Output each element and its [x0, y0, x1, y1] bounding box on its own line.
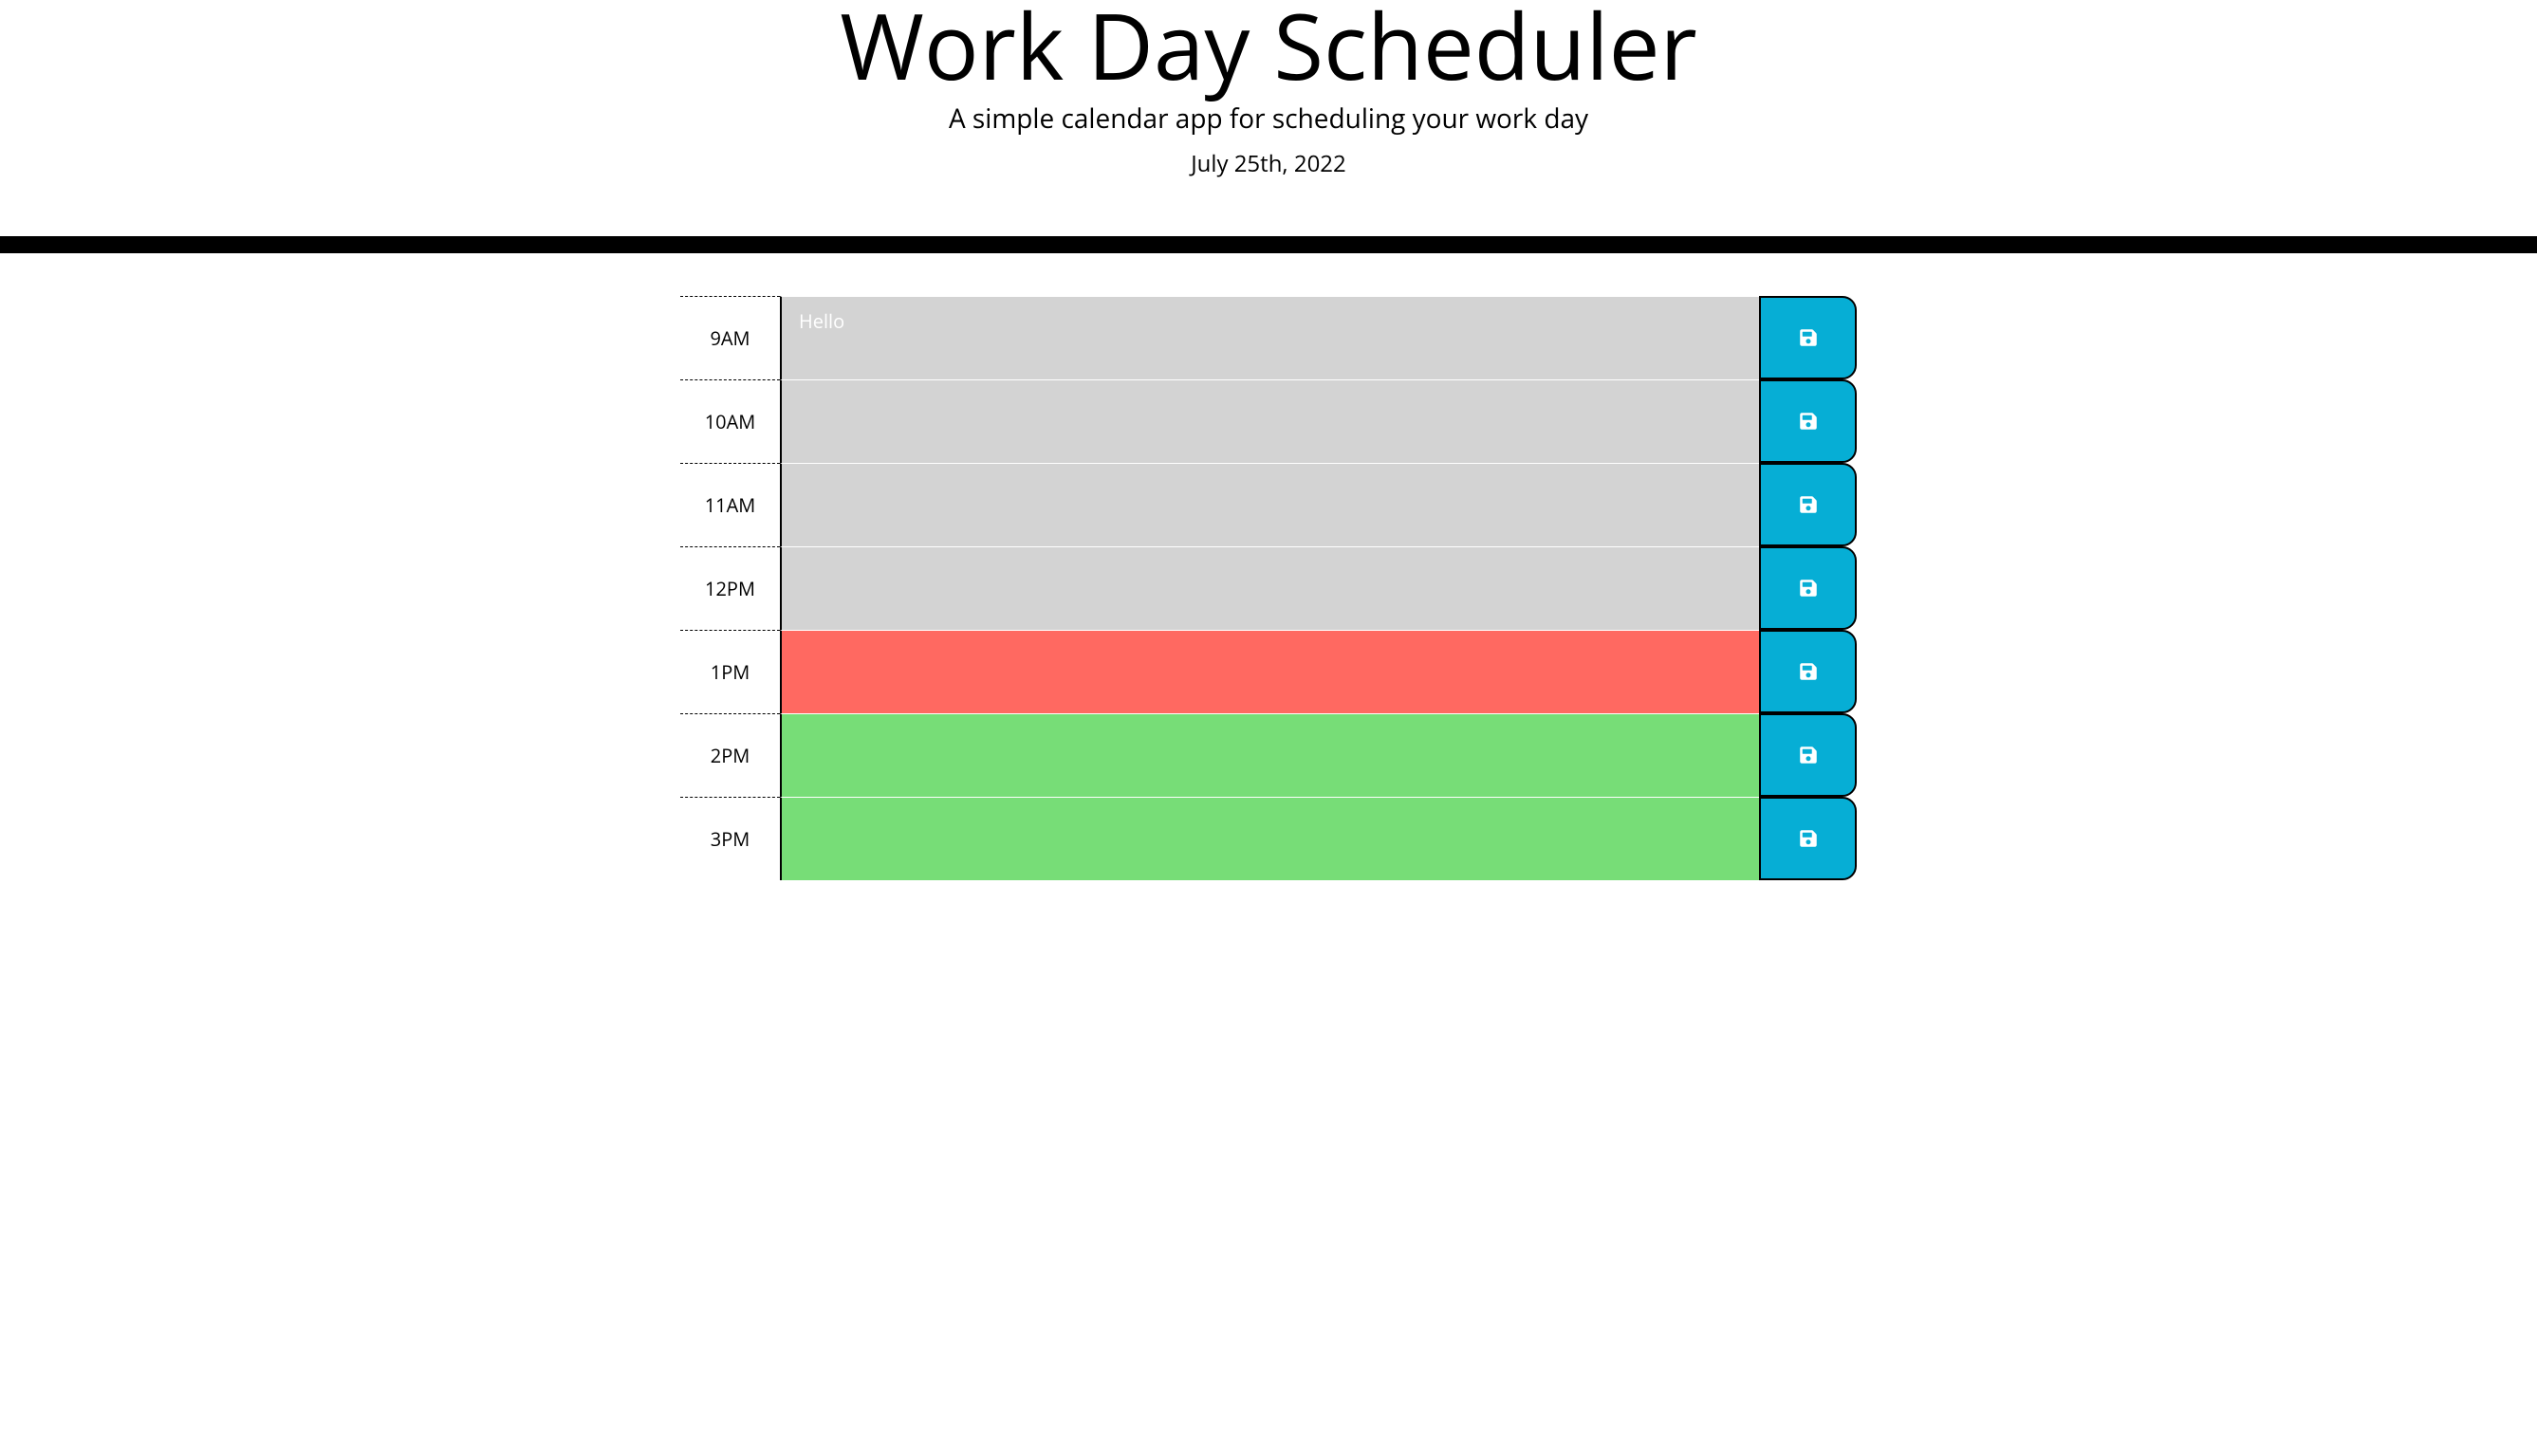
time-block-9am: 9AM: [680, 296, 1857, 379]
time-block-11am: 11AM: [680, 463, 1857, 546]
event-input[interactable]: [780, 296, 1760, 379]
save-button[interactable]: [1759, 463, 1857, 546]
current-date: July 25th, 2022: [19, 148, 2518, 179]
save-icon: [1799, 829, 1818, 848]
time-block-10am: 10AM: [680, 379, 1857, 463]
hour-label: 1PM: [680, 630, 780, 713]
hour-label: 11AM: [680, 463, 780, 546]
save-button[interactable]: [1759, 713, 1857, 797]
time-block-1pm: 1PM: [680, 630, 1857, 713]
event-input[interactable]: [780, 546, 1760, 630]
save-icon: [1799, 495, 1818, 514]
save-button[interactable]: [1759, 296, 1857, 379]
header-divider: [0, 236, 2537, 253]
event-input[interactable]: [780, 713, 1760, 797]
save-icon: [1799, 662, 1818, 681]
save-icon: [1799, 746, 1818, 765]
schedule-container: 9AM10AM11AM12PM1PM2PM3PM: [680, 253, 1857, 880]
hour-label: 9AM: [680, 296, 780, 379]
hour-label: 2PM: [680, 713, 780, 797]
save-button[interactable]: [1759, 797, 1857, 880]
save-button[interactable]: [1759, 379, 1857, 463]
save-icon: [1799, 328, 1818, 347]
save-icon: [1799, 579, 1818, 598]
event-input[interactable]: [780, 463, 1760, 546]
hour-label: 3PM: [680, 797, 780, 880]
page-title: Work Day Scheduler: [19, 0, 2518, 91]
time-block-12pm: 12PM: [680, 546, 1857, 630]
event-input[interactable]: [780, 797, 1760, 880]
event-input[interactable]: [780, 630, 1760, 713]
hour-label: 10AM: [680, 379, 780, 463]
save-button[interactable]: [1759, 546, 1857, 630]
event-input[interactable]: [780, 379, 1760, 463]
save-button[interactable]: [1759, 630, 1857, 713]
page-header: Work Day Scheduler A simple calendar app…: [0, 0, 2537, 236]
page-subtitle: A simple calendar app for scheduling you…: [19, 101, 2518, 137]
time-block-3pm: 3PM: [680, 797, 1857, 880]
hour-label: 12PM: [680, 546, 780, 630]
time-block-2pm: 2PM: [680, 713, 1857, 797]
save-icon: [1799, 412, 1818, 431]
